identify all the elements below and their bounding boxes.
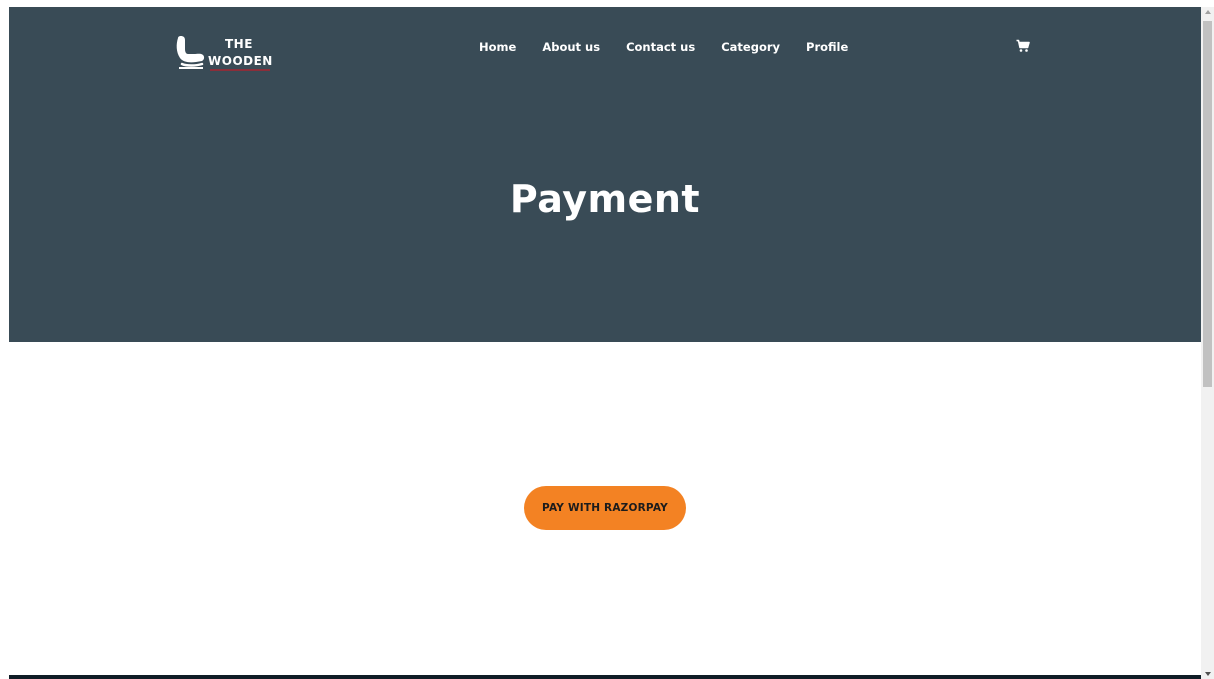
nav-category-link[interactable]: Category	[708, 40, 793, 54]
scrollbar-thumb[interactable]	[1203, 21, 1212, 387]
page-viewport: THE WOODEN Home About us Contact us Cate…	[9, 7, 1201, 679]
cart-icon[interactable]	[1016, 39, 1030, 53]
nav-profile-link[interactable]: Profile	[793, 40, 861, 54]
armchair-icon	[176, 36, 205, 69]
vertical-scrollbar[interactable]	[1201, 7, 1214, 679]
scroll-down-arrow-icon[interactable]	[1205, 672, 1211, 676]
brand-logo[interactable]: THE WOODEN	[174, 34, 274, 74]
main-nav: Home About us Contact us Category Profil…	[479, 40, 861, 54]
nav-contact-link[interactable]: Contact us	[613, 40, 708, 54]
hero-header: THE WOODEN Home About us Contact us Cate…	[9, 7, 1201, 342]
logo-text-wooden: WOODEN	[208, 54, 273, 68]
logo-text-the: THE	[225, 37, 253, 51]
scroll-up-arrow-icon[interactable]	[1205, 10, 1211, 14]
page-title: Payment	[509, 177, 701, 221]
logo-underline	[210, 69, 270, 71]
nav-home-link[interactable]: Home	[479, 40, 529, 54]
footer-edge	[9, 675, 1201, 679]
nav-about-link[interactable]: About us	[529, 40, 613, 54]
pay-with-razorpay-button[interactable]: PAY WITH RAZORPAY	[524, 486, 686, 530]
